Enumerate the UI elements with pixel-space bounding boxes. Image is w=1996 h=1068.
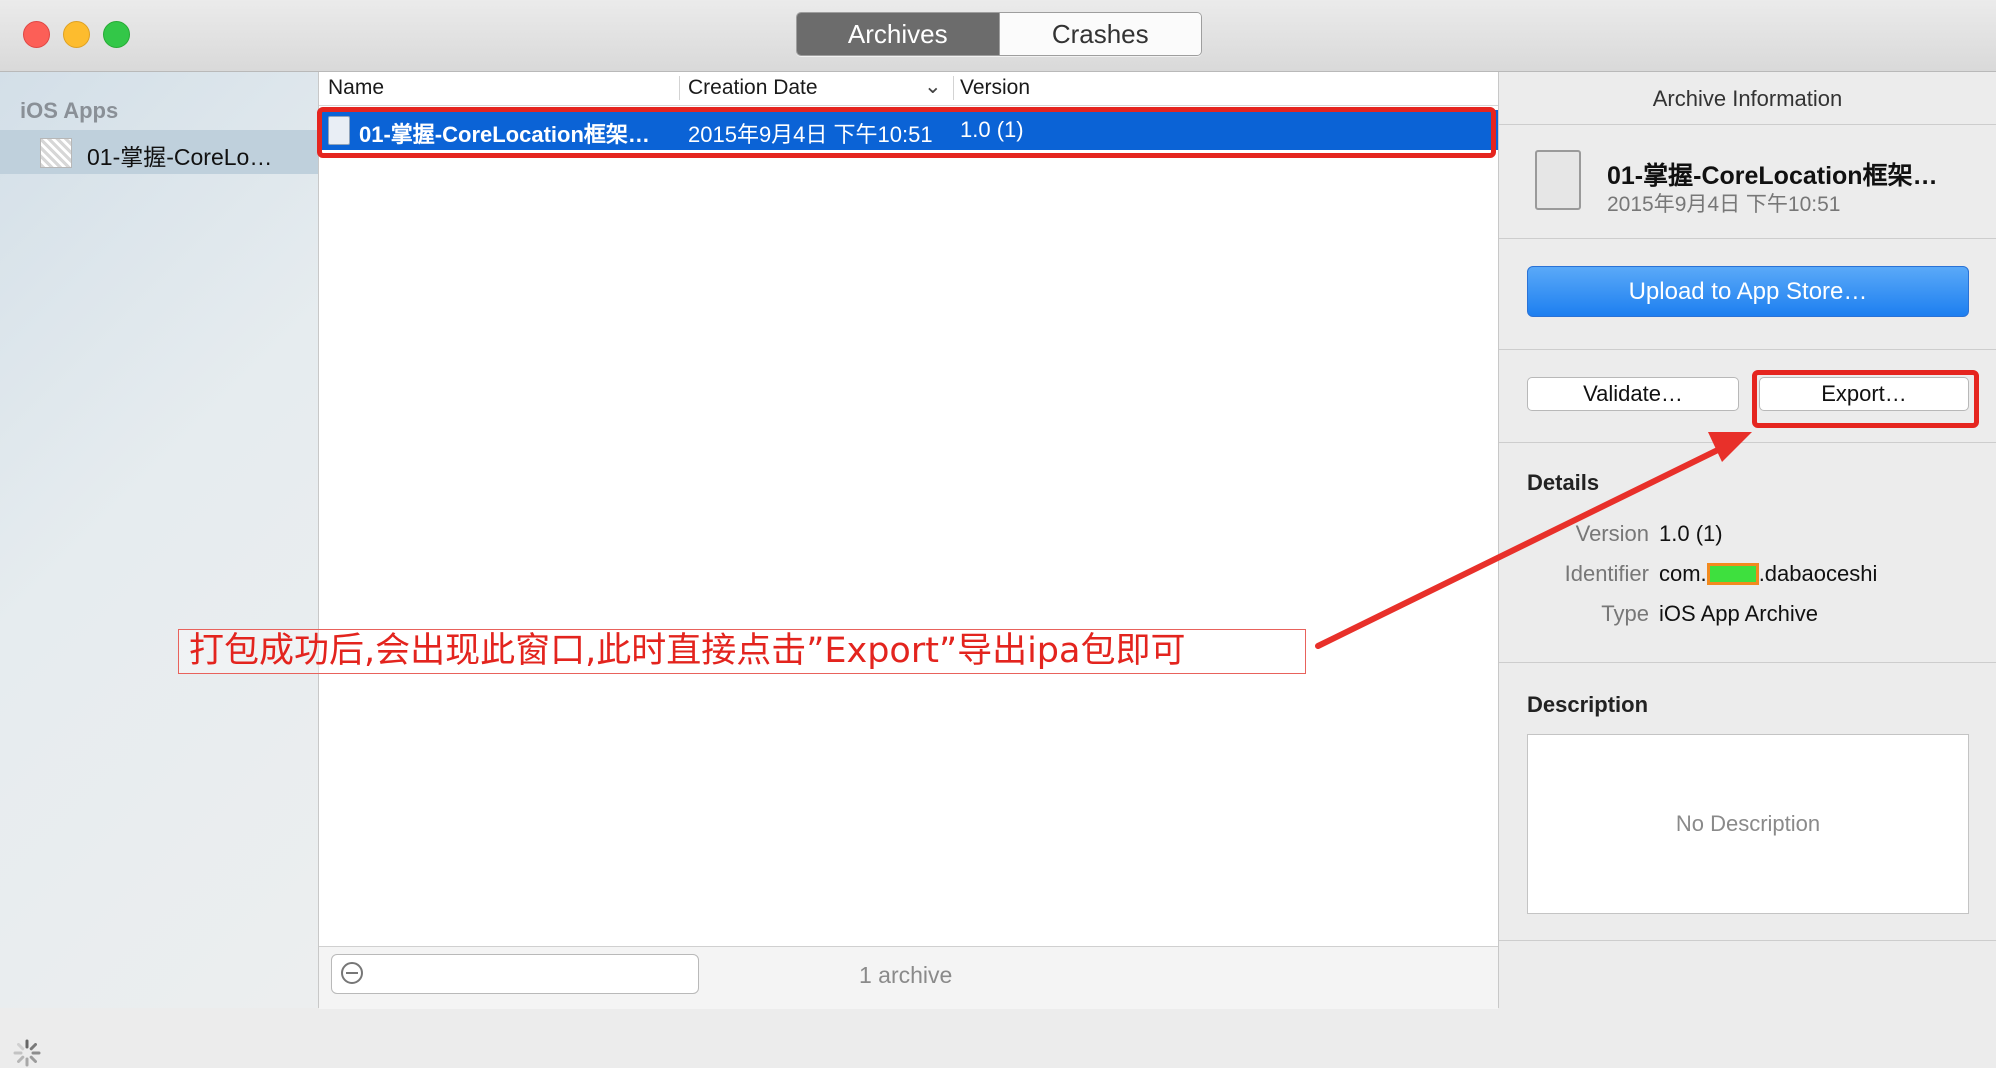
divider — [1499, 124, 1996, 125]
validate-button[interactable]: Validate… — [1527, 377, 1739, 411]
sidebar-item-label: 01-掌握-CoreLo… — [87, 144, 273, 170]
archive-count: 1 archive — [859, 962, 953, 988]
redaction-mark — [1706, 563, 1759, 585]
column-header: Name Creation Date ⌄ Version — [319, 72, 1498, 106]
inspector-title: Archive Information — [1652, 86, 1843, 111]
sidebar: iOS Apps 01-掌握-CoreLo… — [0, 72, 319, 1067]
archive-list: Name Creation Date ⌄ Version 01-掌握-CoreL… — [319, 72, 1499, 1009]
details-title: Details — [1527, 470, 1600, 495]
minimize-window-button[interactable] — [63, 21, 90, 48]
activity-spinner-icon — [13, 1039, 41, 1067]
annotation-callout: 打包成功后,会出现此窗口,此时直接点击”Export”导出ipa包即可 — [178, 629, 1306, 674]
archive-inspector: Archive Information 01-掌握-CoreLocation框架… — [1499, 72, 1996, 1008]
export-highlight-annotation — [1752, 370, 1979, 428]
app-icon — [40, 138, 72, 168]
divider — [1499, 442, 1996, 443]
column-version[interactable]: Version — [960, 76, 1030, 100]
divider — [1499, 238, 1996, 239]
archives-crashes-segmented-control: Archives Crashes — [796, 12, 1202, 56]
close-window-button[interactable] — [23, 21, 50, 48]
description-placeholder: No Description — [1675, 811, 1821, 836]
column-separator — [953, 76, 954, 100]
divider — [1499, 662, 1996, 663]
sort-chevron-down-icon: ⌄ — [924, 75, 942, 98]
identifier-prefix: com. — [1659, 561, 1707, 586]
filter-icon — [341, 962, 363, 984]
type-key: Type — [1601, 601, 1649, 626]
sidebar-group-label: iOS Apps — [20, 98, 119, 123]
column-creation-date[interactable]: Creation Date — [688, 76, 818, 100]
type-value: iOS App Archive — [1659, 601, 1818, 626]
archive-name: 01-掌握-CoreLocation框架… — [1607, 162, 1938, 190]
row-highlight-annotation — [317, 107, 1496, 158]
upload-to-app-store-button[interactable]: Upload to App Store… — [1527, 266, 1969, 317]
sidebar-item-app[interactable]: 01-掌握-CoreLo… — [0, 130, 318, 174]
archive-app-icon — [1535, 150, 1581, 210]
tab-archives[interactable]: Archives — [797, 13, 999, 55]
identifier-key: Identifier — [1564, 561, 1649, 586]
divider — [1499, 349, 1996, 350]
divider — [1499, 940, 1996, 941]
description-title: Description — [1527, 692, 1649, 717]
version-key: Version — [1575, 521, 1649, 546]
description-field[interactable]: No Description — [1527, 734, 1969, 914]
archive-date: 2015年9月4日 下午10:51 — [1607, 193, 1841, 216]
zoom-window-button[interactable] — [103, 21, 130, 48]
column-separator — [679, 76, 680, 100]
column-name[interactable]: Name — [328, 76, 384, 100]
version-value: 1.0 (1) — [1659, 521, 1723, 546]
identifier-value: com. .dabaoceshi — [1659, 561, 1877, 587]
tab-crashes[interactable]: Crashes — [998, 13, 1201, 55]
title-bar: Archives Crashes — [0, 0, 1996, 72]
search-field[interactable] — [331, 954, 699, 994]
identifier-suffix: .dabaoceshi — [1758, 561, 1878, 586]
